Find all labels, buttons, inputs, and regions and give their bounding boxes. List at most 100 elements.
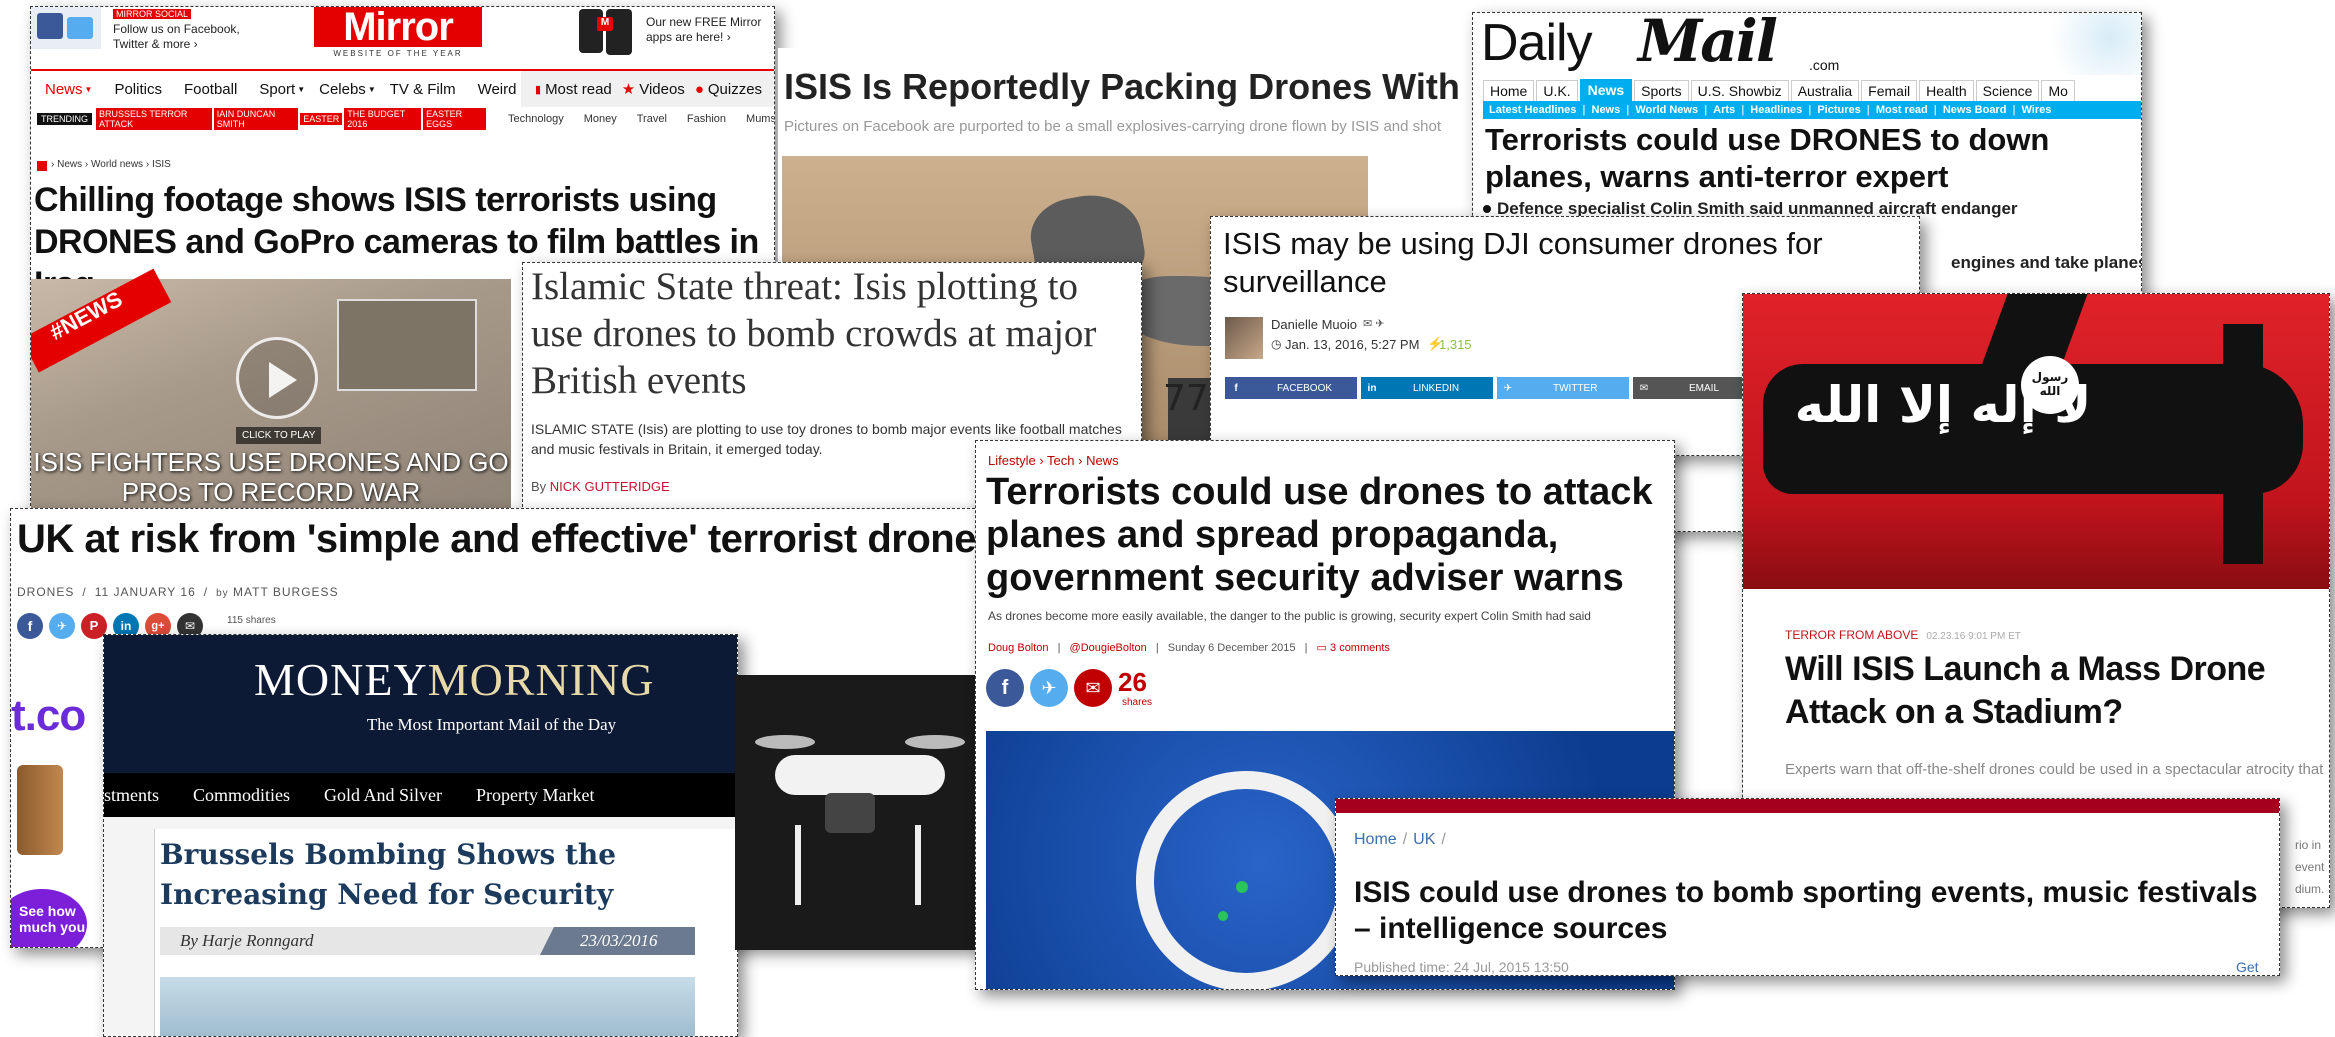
trending-item[interactable]: EASTER EGGS	[423, 108, 487, 130]
dm-nav-health[interactable]: Health	[1919, 80, 1974, 101]
facebook-icon[interactable]: f	[17, 613, 43, 639]
watch-ad-image	[17, 765, 63, 855]
ind-crumb-news[interactable]: News	[1086, 453, 1119, 468]
mm-hero-image	[160, 977, 695, 1036]
dm-subnav-item[interactable]: Wires	[2022, 104, 2052, 116]
mirror-nav-politics[interactable]: Politics	[114, 81, 162, 98]
dm-nav-news[interactable]: News	[1579, 79, 1633, 101]
ind-author[interactable]: Doug Bolton	[988, 642, 1049, 654]
rt-crumb-uk[interactable]: UK	[1413, 831, 1435, 848]
ind-headline[interactable]: Terrorists could use drones to attack pl…	[986, 471, 1666, 600]
ind-comments-count[interactable]: 3	[1330, 642, 1336, 654]
email-icon[interactable]: ✉	[1074, 669, 1112, 707]
dm-subnav-item[interactable]: News Board	[1943, 104, 2007, 116]
subnav-technology[interactable]: Technology	[508, 113, 564, 125]
dm-headline[interactable]: Terrorists could use DRONES to down plan…	[1485, 121, 2125, 195]
trending-item[interactable]: BRUSSELS TERROR ATTACK	[96, 108, 212, 130]
ind-handle[interactable]: @DougieBolton	[1070, 642, 1147, 654]
dm-logo-heavy[interactable]: Mail	[1638, 13, 1778, 75]
subnav-travel[interactable]: Travel	[637, 113, 667, 125]
mirror-m-icon	[37, 161, 47, 171]
wired-side-ad-text: t.co	[11, 691, 86, 740]
avatar	[1225, 317, 1263, 359]
mirror-nav-most-read[interactable]: Most read	[545, 81, 612, 98]
dm-subnav-item[interactable]: Headlines	[1750, 104, 1802, 116]
bi-headline[interactable]: ISIS may be using DJI consumer drones fo…	[1223, 225, 1863, 301]
twitter-icon[interactable]: ✈	[1030, 669, 1068, 707]
mirror-nav-sport[interactable]: Sport	[259, 81, 295, 98]
ind-shares-label: shares	[1122, 697, 1153, 708]
dm-bullet-text2: engines and take planes	[1951, 253, 2142, 272]
wired-category[interactable]: DRONES	[17, 585, 74, 599]
mirror-nav-videos[interactable]: Videos	[639, 81, 685, 98]
dm-weather-icon	[2033, 13, 2141, 75]
see-how-button[interactable]: See how much you	[11, 889, 87, 947]
ind-comments-label[interactable]: comments	[1339, 642, 1390, 654]
mm-headline[interactable]: Brussels Bombing Shows the Increasing Ne…	[160, 835, 680, 915]
twitter-icon[interactable]: ✈	[49, 613, 75, 639]
mirror-nav-news[interactable]: News	[45, 81, 83, 98]
dm-subnav-item[interactable]: Pictures	[1817, 104, 1860, 116]
mm-nav-commodities[interactable]: Commodities	[193, 785, 290, 806]
dm-subnav-item[interactable]: Most read	[1876, 104, 1928, 116]
packing-headline[interactable]: ISIS Is Reportedly Packing Drones With E…	[784, 66, 1478, 108]
bullet-icon	[1483, 205, 1491, 213]
express-author[interactable]: NICK GUTTERIDGE	[550, 479, 670, 494]
dm-nav-home[interactable]: Home	[1483, 80, 1535, 101]
bi-share-linkedin[interactable]: in LINKEDIN	[1361, 377, 1493, 399]
dm-nav-more[interactable]: Mo	[2041, 80, 2075, 101]
wired-author[interactable]: MATT BURGESS	[233, 585, 339, 599]
mirror-social-link[interactable]: Twitter & more ›	[113, 37, 198, 51]
dm-nav-science[interactable]: Science	[1975, 80, 2040, 101]
dm-subnav-item[interactable]: Arts	[1713, 104, 1735, 116]
dm-nav-showbiz[interactable]: U.S. Showbiz	[1690, 80, 1789, 101]
dm-subnav-item[interactable]: Latest Headlines	[1489, 104, 1576, 116]
mail-twitter-icons[interactable]: ✉ ✈	[1363, 317, 1385, 330]
subnav-money[interactable]: Money	[584, 113, 617, 125]
dm-subnav-item[interactable]: News	[1592, 104, 1621, 116]
ind-crumb-tech[interactable]: Tech	[1047, 453, 1074, 468]
mm-nav-property[interactable]: Property Market	[476, 785, 594, 806]
click-to-play-label[interactable]: CLICK TO PLAY	[236, 427, 322, 444]
subnav-mums[interactable]: Mums	[746, 113, 774, 125]
rt-topbar	[1336, 799, 2279, 813]
trending-item[interactable]: EASTER	[300, 113, 343, 125]
mm-nav-gold[interactable]: Gold And Silver	[324, 785, 442, 806]
bi-share-twitter[interactable]: ✈ TWITTER	[1497, 377, 1629, 399]
dm-nav-sports[interactable]: Sports	[1634, 80, 1689, 101]
wired-headline[interactable]: UK at risk from 'simple and effective' t…	[17, 517, 1009, 562]
mirror-logo[interactable]: Mirror	[314, 7, 482, 47]
rt-get-link[interactable]: Get	[2236, 959, 2259, 975]
mirror-nav-tv-film[interactable]: TV & Film	[390, 81, 456, 98]
mirror-social-tag: MIRROR SOCIAL	[113, 9, 192, 19]
db-kicker: TERROR FROM ABOVE 02.23.16 9:01 PM ET	[1785, 628, 2021, 642]
trending-item[interactable]: THE BUDGET 2016	[344, 108, 422, 130]
facebook-icon[interactable]: f	[986, 669, 1024, 707]
mirror-nav-celebs[interactable]: Celebs	[319, 81, 366, 98]
rt-crumb-home[interactable]: Home	[1354, 831, 1397, 848]
bi-date: Jan. 13, 2016, 5:27 PM	[1285, 337, 1420, 352]
dm-nav-femail[interactable]: Femail	[1861, 80, 1918, 101]
rt-published: Published time: 24 Jul, 2015 13:50	[1354, 959, 1569, 975]
rt-headline[interactable]: ISIS could use drones to bomb sporting e…	[1354, 875, 2274, 947]
mirror-nav-quizzes[interactable]: Quizzes	[708, 81, 762, 98]
db-standfirst: Experts warn that off-the-shelf drones c…	[1785, 761, 2324, 778]
mirror-breadcrumb[interactable]: › News › World news › ISIS	[51, 159, 171, 170]
trending-item[interactable]: IAIN DUNCAN SMITH	[213, 108, 299, 130]
bi-author[interactable]: Danielle Muoio	[1271, 317, 1357, 332]
dm-logo-light[interactable]: Daily	[1481, 13, 1593, 73]
mm-nav-investments[interactable]: stments	[104, 785, 159, 806]
ind-crumb-lifestyle[interactable]: Lifestyle	[988, 453, 1036, 468]
play-icon[interactable]	[236, 337, 318, 419]
mirror-nav-football[interactable]: Football	[184, 81, 237, 98]
db-headline[interactable]: Will ISIS Launch a Mass Drone Attack on …	[1785, 648, 2325, 734]
subnav-fashion[interactable]: Fashion	[687, 113, 726, 125]
dm-nav-australia[interactable]: Australia	[1790, 80, 1860, 101]
dm-nav-uk[interactable]: U.K.	[1536, 80, 1578, 101]
dm-subnav-item[interactable]: World News	[1635, 104, 1698, 116]
mm-logo[interactable]: MONEYMORNING	[254, 653, 654, 706]
bi-share-facebook[interactable]: f FACEBOOK	[1225, 377, 1357, 399]
express-headline[interactable]: Islamic State threat: Isis plotting to u…	[531, 263, 1131, 404]
mirror-video-player[interactable]: #NEWS CLICK TO PLAY ISIS FIGHTERS USE DR…	[31, 268, 511, 510]
mirror-promo-link[interactable]: apps are here! ›	[646, 30, 731, 44]
